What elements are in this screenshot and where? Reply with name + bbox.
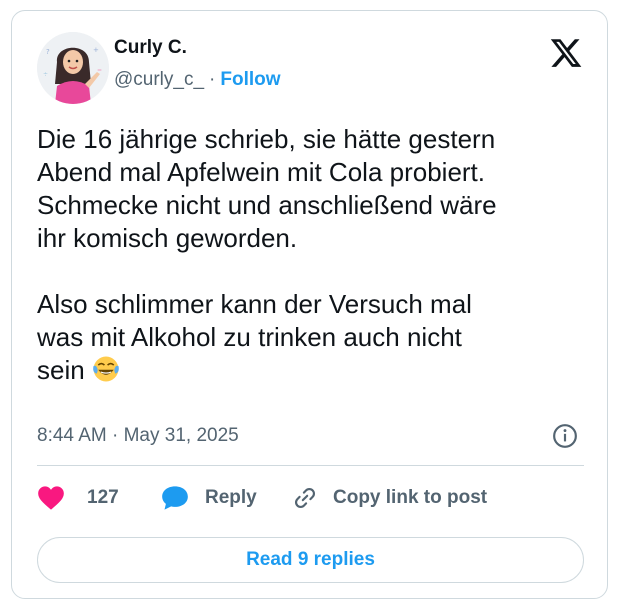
copy-link-label: Copy link to post: [333, 487, 488, 508]
svg-text:÷: ÷: [43, 71, 48, 78]
svg-text:?: ?: [46, 48, 50, 56]
info-icon[interactable]: [552, 423, 578, 449]
tweet-timestamp[interactable]: 8:44 AM · May 31, 2025: [37, 425, 239, 447]
tweet-card: ? + = ÷ Curly C. @curly_c_ · Follow Die …: [11, 10, 608, 599]
x-logo-icon[interactable]: [549, 36, 583, 70]
like-count: 127: [87, 487, 119, 508]
tweet-text: Die 16 jährige schrieb, sie hätte gester…: [37, 123, 592, 387]
like-button[interactable]: 127: [37, 483, 119, 513]
heart-icon: [38, 486, 64, 510]
reply-label: Reply: [205, 487, 257, 508]
svg-text:+: +: [93, 46, 99, 54]
tweet-line: Also schlimmer kann der Versuch mal: [37, 289, 472, 319]
tweet-line: Schmecke nicht und anschließend wäre: [37, 190, 497, 220]
read-replies-button[interactable]: Read 9 replies: [37, 537, 584, 583]
face-with-tears-of-joy-emoji: [93, 356, 119, 382]
tweet-line: Abend mal Apfelwein mit Cola probiert.: [37, 157, 486, 187]
avatar[interactable]: ? + = ÷: [37, 32, 109, 104]
tweet-date: May 31, 2025: [123, 425, 239, 446]
reply-bubble-icon: [162, 486, 188, 510]
tweet-line: Die 16 jährige schrieb, sie hätte gester…: [37, 124, 496, 154]
author-handle[interactable]: @curly_c_: [114, 69, 204, 91]
tweet-line: ihr komisch geworden.: [37, 223, 298, 253]
divider: [37, 465, 584, 466]
link-icon: [295, 488, 315, 508]
timestamp-separator: ·: [112, 425, 119, 446]
copy-link-button[interactable]: Copy link to post: [291, 483, 487, 513]
author-name[interactable]: Curly C.: [114, 37, 187, 59]
author-handle-row: @curly_c_ · Follow: [114, 69, 281, 91]
avatar-image: ? + = ÷: [37, 32, 109, 104]
tweet-last-line: sein: [37, 354, 592, 387]
tweet-line: sein: [37, 355, 85, 385]
tweet-line: was mit Alkohol zu trinken auch nicht: [37, 322, 462, 352]
follow-button[interactable]: Follow: [220, 69, 280, 91]
read-replies-label: Read 9 replies: [246, 549, 375, 570]
reply-button[interactable]: Reply: [161, 483, 257, 513]
tweet-time: 8:44 AM: [37, 425, 107, 446]
handle-separator: ·: [209, 69, 216, 90]
